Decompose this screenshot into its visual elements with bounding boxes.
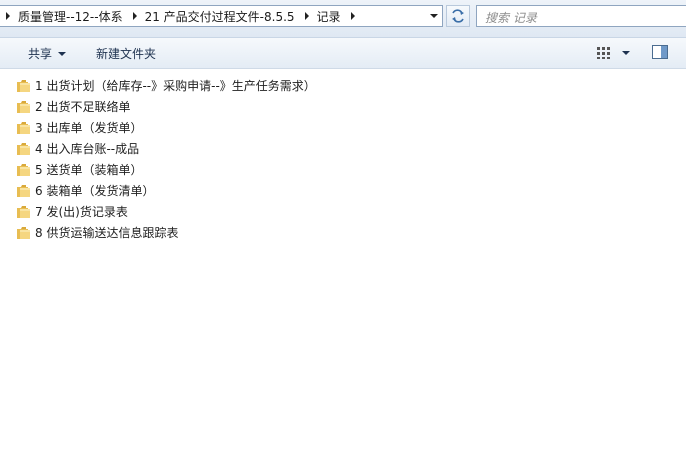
search-input[interactable]: 搜索 记录 bbox=[476, 5, 686, 27]
breadcrumb-item[interactable]: 质量管理--12--体系 bbox=[18, 8, 123, 25]
preview-pane-icon[interactable] bbox=[652, 45, 668, 59]
file-name: 7 发(出)货记录表 bbox=[35, 205, 128, 219]
file-name: 2 出货不足联络单 bbox=[35, 100, 131, 114]
folder-icon bbox=[17, 184, 30, 197]
list-item[interactable]: 7 发(出)货记录表 bbox=[16, 202, 128, 221]
file-name: 1 出货计划（给库存--》采购申请--》生产任务需求） bbox=[35, 79, 316, 93]
new-folder-label: 新建文件夹 bbox=[96, 47, 157, 61]
file-name: 3 出库单（发货单） bbox=[35, 121, 143, 135]
folder-icon bbox=[17, 142, 30, 155]
breadcrumb-separator-icon[interactable] bbox=[350, 12, 355, 20]
breadcrumb-separator-icon[interactable] bbox=[132, 12, 137, 20]
list-item[interactable]: 2 出货不足联络单 bbox=[16, 97, 130, 116]
folder-icon bbox=[17, 79, 30, 92]
refresh-icon bbox=[452, 9, 464, 23]
folder-icon bbox=[17, 226, 30, 239]
list-item[interactable]: 3 出库单（发货单） bbox=[16, 118, 142, 137]
file-name: 6 装箱单（发货清单） bbox=[35, 184, 155, 198]
refresh-button[interactable] bbox=[446, 5, 470, 27]
chevron-down-icon bbox=[58, 51, 67, 56]
folder-icon bbox=[17, 205, 30, 218]
list-item[interactable]: 8 供货运输送达信息跟踪表 bbox=[16, 223, 178, 242]
chevron-down-icon bbox=[430, 14, 438, 18]
view-options-icon[interactable] bbox=[596, 46, 612, 60]
view-dropdown-icon[interactable] bbox=[622, 51, 630, 55]
address-bar-strip: 质量管理--12--体系 21 产品交付过程文件-8.5.5 记录 搜索 记录 bbox=[0, 0, 686, 38]
share-button[interactable]: 共享 bbox=[28, 45, 67, 62]
breadcrumb-separator-icon[interactable] bbox=[6, 12, 10, 20]
folder-icon bbox=[17, 163, 30, 176]
command-bar: 共享 新建文件夹 bbox=[0, 38, 686, 69]
folder-icon bbox=[17, 100, 30, 113]
breadcrumb: 质量管理--12--体系 21 产品交付过程文件-8.5.5 记录 bbox=[3, 6, 363, 26]
breadcrumb-separator-icon[interactable] bbox=[304, 12, 309, 20]
new-folder-button[interactable]: 新建文件夹 bbox=[96, 45, 156, 62]
breadcrumb-item[interactable]: 记录 bbox=[317, 8, 341, 25]
file-name: 4 出入库台账--成品 bbox=[35, 142, 140, 156]
breadcrumb-item[interactable]: 21 产品交付过程文件-8.5.5 bbox=[145, 8, 295, 25]
folder-icon bbox=[17, 121, 30, 134]
list-item[interactable]: 5 送货单（装箱单） bbox=[16, 160, 142, 179]
file-list: 1 出货计划（给库存--》采购申请--》生产任务需求） 2 出货不足联络单 3 … bbox=[0, 69, 686, 474]
file-name: 8 供货运输送达信息跟踪表 bbox=[35, 226, 179, 240]
search-placeholder: 搜索 记录 bbox=[485, 11, 537, 25]
list-item[interactable]: 1 出货计划（给库存--》采购申请--》生产任务需求） bbox=[16, 76, 316, 95]
address-bar[interactable]: 质量管理--12--体系 21 产品交付过程文件-8.5.5 记录 bbox=[0, 5, 443, 27]
share-label: 共享 bbox=[28, 47, 53, 61]
file-name: 5 送货单（装箱单） bbox=[35, 163, 143, 177]
list-item[interactable]: 6 装箱单（发货清单） bbox=[16, 181, 154, 200]
list-item[interactable]: 4 出入库台账--成品 bbox=[16, 139, 139, 158]
address-history-dropdown[interactable] bbox=[426, 6, 442, 26]
